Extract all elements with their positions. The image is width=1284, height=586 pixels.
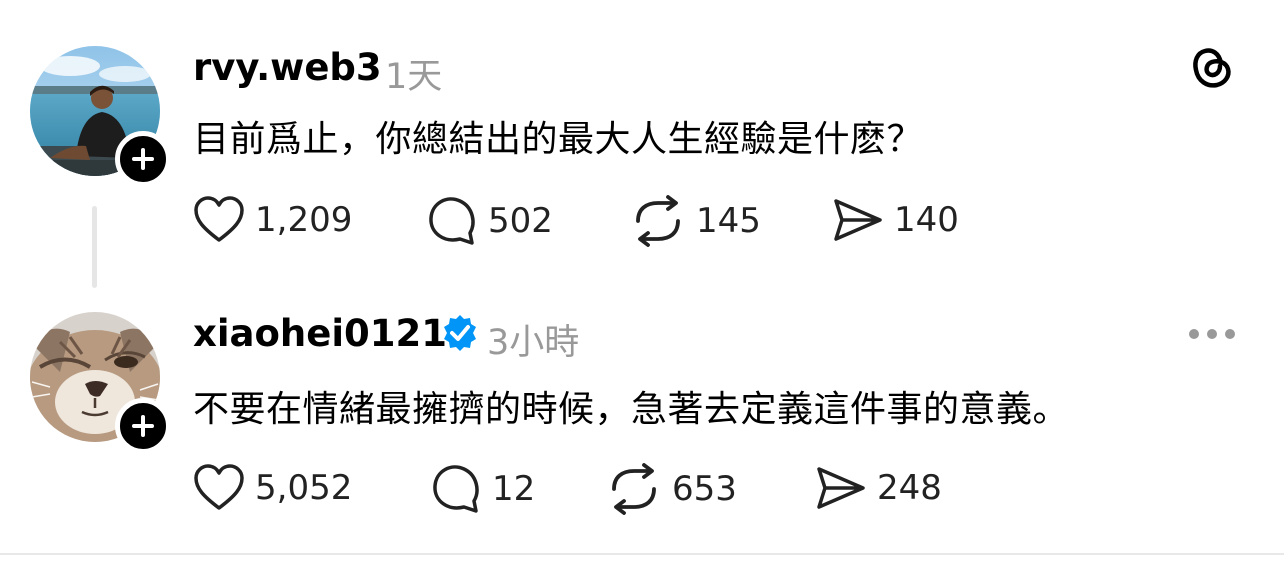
follow-button-rvy-web3[interactable] xyxy=(115,131,171,187)
post-timestamp: 3小時 xyxy=(487,323,580,363)
verified-badge-icon xyxy=(441,314,479,356)
like-action[interactable]: 1,209 xyxy=(193,195,352,245)
post-username[interactable]: rvy.web3 xyxy=(193,46,382,89)
post-timestamp: 1天 xyxy=(385,57,443,97)
plus-icon xyxy=(132,148,154,170)
plus-icon xyxy=(132,415,154,437)
reply-action[interactable]: 502 xyxy=(426,195,553,247)
share-action[interactable]: 140 xyxy=(832,195,959,245)
post-content: 不要在情緒最擁擠的時候，急著去定義這件事的意義。 xyxy=(193,389,1070,430)
comment-icon xyxy=(433,465,479,513)
post-divider xyxy=(0,553,1284,555)
thread-post-2: xiaohei0121 3小時 不要在情緒最擁擠的時候，急著去定義這件事的意義。… xyxy=(0,290,1284,553)
send-icon xyxy=(834,199,882,241)
more-options-icon[interactable] xyxy=(1188,326,1236,345)
reply-count: 502 xyxy=(488,201,553,241)
repost-count: 653 xyxy=(672,469,737,509)
share-action[interactable]: 248 xyxy=(815,463,942,513)
reply-count: 12 xyxy=(492,469,536,509)
like-count: 1,209 xyxy=(255,200,353,240)
share-count: 140 xyxy=(894,200,959,240)
reply-action[interactable]: 12 xyxy=(430,463,535,515)
heart-icon xyxy=(194,464,244,510)
repost-icon xyxy=(612,463,656,515)
like-count: 5,052 xyxy=(255,468,353,508)
share-count: 248 xyxy=(877,468,942,508)
repost-action[interactable]: 653 xyxy=(606,463,737,515)
post-username[interactable]: xiaohei0121 xyxy=(193,312,447,355)
post-content: 目前爲止，你總結出的最大人生經驗是什麽？ xyxy=(193,119,924,160)
repost-icon xyxy=(636,195,680,247)
repost-count: 145 xyxy=(696,201,761,241)
heart-icon xyxy=(194,196,244,242)
follow-button-xiaohei0121[interactable] xyxy=(115,398,171,454)
like-action[interactable]: 5,052 xyxy=(193,463,352,513)
thread-post-1: rvy.web3 1天 目前爲止，你總結出的最大人生經驗是什麽？ 1,209 5… xyxy=(0,0,1284,290)
threads-logo-icon[interactable] xyxy=(1188,43,1234,95)
repost-action[interactable]: 145 xyxy=(630,195,761,247)
comment-icon xyxy=(429,197,475,245)
send-icon xyxy=(817,467,865,509)
